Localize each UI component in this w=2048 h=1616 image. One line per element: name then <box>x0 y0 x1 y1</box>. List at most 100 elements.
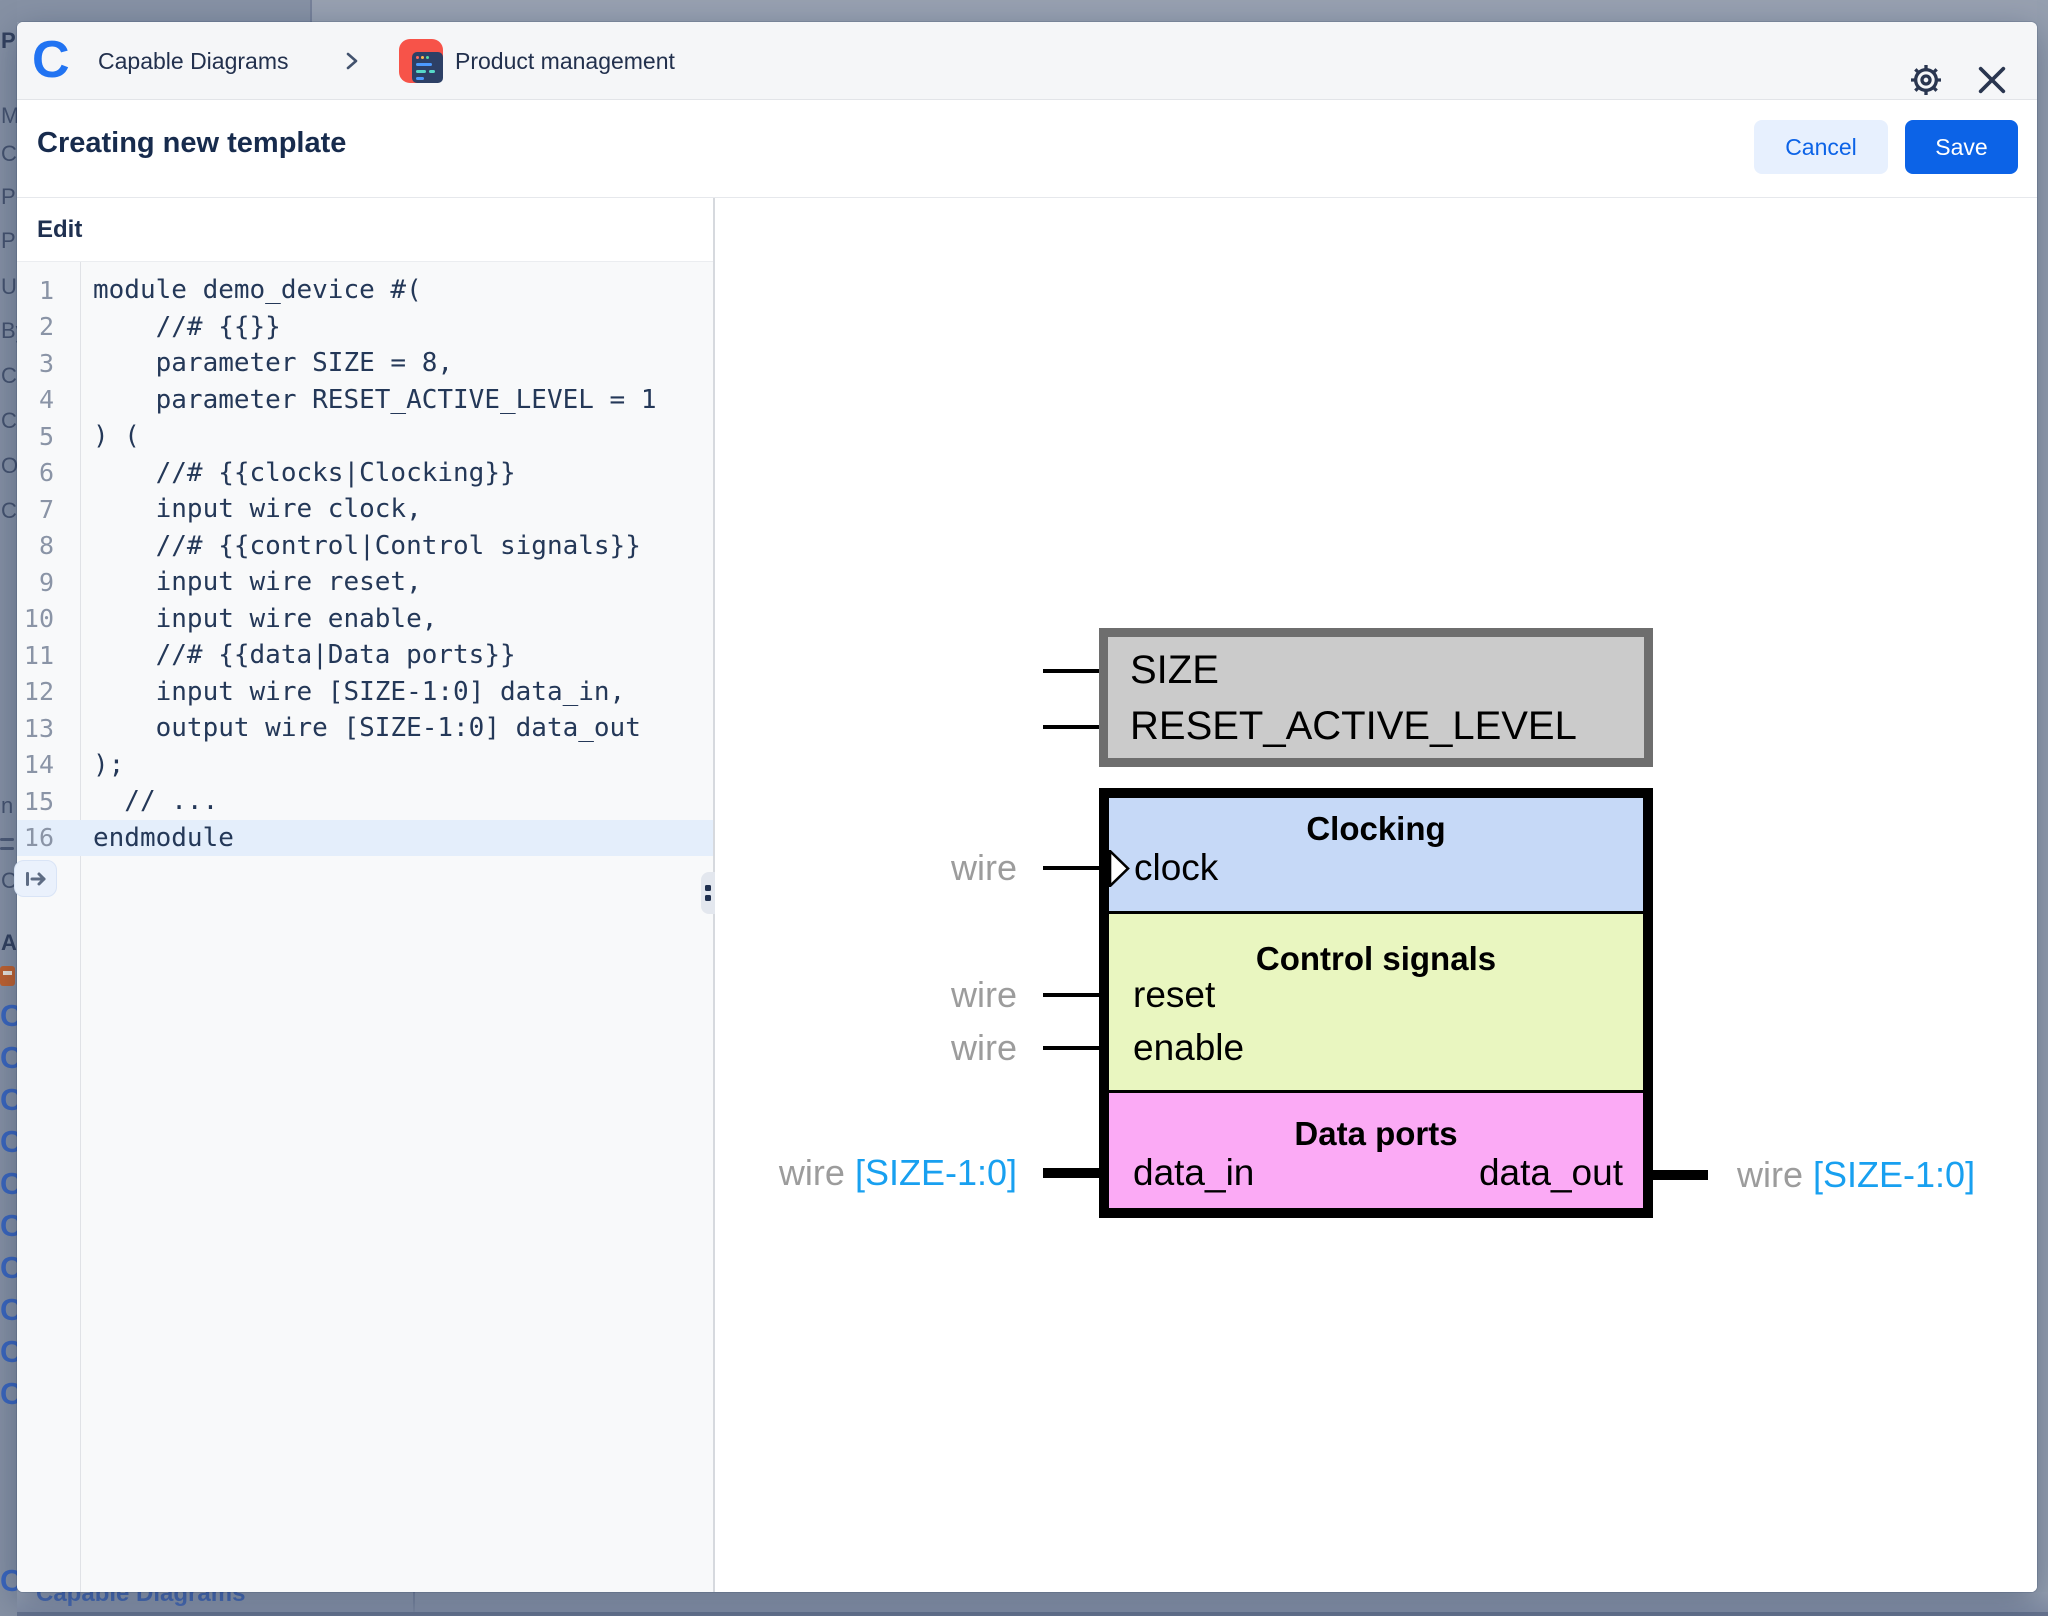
line-number: 3 <box>17 349 80 378</box>
code-text: parameter SIZE = 8, <box>80 348 453 378</box>
line-number: 12 <box>17 677 80 706</box>
code-line[interactable]: 1module demo_device #( <box>17 272 713 309</box>
param-stub <box>1043 669 1099 673</box>
line-number: 16 <box>17 823 80 852</box>
port-reset: reset <box>1133 974 1215 1016</box>
wire-stub-reset <box>1043 993 1099 997</box>
expand-arrow-icon <box>24 870 48 888</box>
close-icon <box>1975 63 2009 97</box>
app-logo: C <box>32 30 70 90</box>
line-number: 14 <box>17 750 80 779</box>
bus-type-label: wire [SIZE-1:0] <box>715 1152 1017 1194</box>
wire-type-label: wire <box>715 1027 1017 1069</box>
background-orange-icon <box>0 966 15 986</box>
save-button[interactable]: Save <box>1905 120 2018 174</box>
code-line[interactable]: 3 parameter SIZE = 8, <box>17 345 713 382</box>
port-clock: clock <box>1134 847 1218 889</box>
settings-button[interactable] <box>1903 57 1949 103</box>
line-number: 13 <box>17 714 80 743</box>
line-number: 8 <box>17 531 80 560</box>
code-text: input wire [SIZE-1:0] data_in, <box>80 677 625 707</box>
line-number: 1 <box>17 276 80 305</box>
code-text: ) ( <box>80 421 140 451</box>
code-line[interactable]: 9 input wire reset, <box>17 564 713 601</box>
code-text: input wire clock, <box>80 494 422 524</box>
section-clocking: Clocking clock <box>1109 798 1643 911</box>
code-text: output wire [SIZE-1:0] data_out <box>80 713 641 743</box>
param-stub <box>1043 725 1099 729</box>
background-text-fragment: Ca <box>1 363 17 389</box>
background-item-initial: C <box>0 1250 17 1286</box>
code-text: endmodule <box>80 823 234 853</box>
code-line[interactable]: 14); <box>17 747 713 784</box>
dialog-title: Creating new template <box>37 127 346 160</box>
background-text-fragment: Ca <box>1 408 17 434</box>
sidebar-expand-button[interactable] <box>14 860 57 897</box>
code-line[interactable]: 10 input wire enable, <box>17 601 713 638</box>
gear-icon <box>1906 60 1946 100</box>
space-icon <box>399 39 443 83</box>
code-line[interactable]: 11 //# {{data|Data ports}} <box>17 637 713 674</box>
code-line[interactable]: 12 input wire [SIZE-1:0] data_in, <box>17 674 713 711</box>
code-line[interactable]: 4 parameter RESET_ACTIVE_LEVEL = 1 <box>17 382 713 419</box>
background-text-fragment: Cl <box>1 498 17 524</box>
bus-stub-data-out <box>1653 1170 1708 1180</box>
background-item-initial: C <box>0 1334 17 1370</box>
section-data: Data ports data_in data_out <box>1109 1093 1643 1208</box>
code-text: //# {{data|Data ports}} <box>80 640 516 670</box>
bus-range: [SIZE-1:0] <box>855 1152 1017 1193</box>
section-title: Control signals <box>1109 940 1643 978</box>
background-text-fragment: By <box>1 318 17 344</box>
background-item-initial: C <box>0 1376 17 1412</box>
section-title: Data ports <box>1109 1115 1643 1153</box>
code-text: //# {{clocks|Clocking}} <box>80 458 516 488</box>
background-page-top <box>0 0 2048 22</box>
bus-range: [SIZE-1:0] <box>1813 1154 1975 1195</box>
bus-stub-data-in <box>1043 1168 1099 1178</box>
background-page-bottom <box>0 1592 2048 1616</box>
code-text: ); <box>80 750 124 780</box>
screen: Capable Diagrams Pr M Cl Pr Pr Ul By Ca … <box>0 0 2048 1616</box>
line-number: 5 <box>17 422 80 451</box>
code-line[interactable]: 6 //# {{clocks|Clocking}} <box>17 455 713 492</box>
code-line[interactable]: 2 //# {{}} <box>17 309 713 346</box>
wire-type-label: wire <box>715 847 1017 889</box>
background-text-fragment: M <box>1 103 17 129</box>
code-line[interactable]: 8 //# {{control|Control signals}} <box>17 528 713 565</box>
line-number: 6 <box>17 458 80 487</box>
breadcrumb-app[interactable]: Capable Diagrams <box>98 22 288 100</box>
line-number: 4 <box>17 385 80 414</box>
clock-input-icon <box>1109 850 1130 887</box>
background-item-initial: C <box>0 1166 17 1202</box>
background-text-fragment: n <box>1 793 13 819</box>
background-text-fragment: Pr <box>1 184 17 210</box>
background-text-fragment: Pr <box>1 228 17 254</box>
background-item-initial: C <box>0 1124 17 1160</box>
breadcrumb-page[interactable]: Product management <box>455 22 675 100</box>
edit-pane-header: Edit <box>17 198 713 262</box>
code-line[interactable]: 7 input wire clock, <box>17 491 713 528</box>
code-line[interactable]: 15 // ... <box>17 783 713 820</box>
background-item-initial: C <box>0 1040 17 1076</box>
code-text: //# {{}} <box>80 312 281 342</box>
code-line[interactable]: 13 output wire [SIZE-1:0] data_out <box>17 710 713 747</box>
code-text: // ... <box>80 786 218 816</box>
close-button[interactable] <box>1969 57 2015 103</box>
cancel-button[interactable]: Cancel <box>1754 120 1888 174</box>
code-lines: 1module demo_device #(2 //# {{}}3 parame… <box>17 272 713 856</box>
diagram-preview: SIZE RESET_ACTIVE_LEVEL Clocking clock C… <box>715 262 2037 1592</box>
breadcrumb-chevron-icon <box>345 51 359 71</box>
dialog-title-row: Creating new template Cancel Save <box>17 101 2037 198</box>
background-page-right <box>2037 0 2048 1616</box>
background-sidebar-strip: Pr M Cl Pr Pr Ul By Ca Ca Or Cl n Cr AF … <box>0 0 17 1616</box>
code-line[interactable]: 16endmodule <box>17 820 713 857</box>
background-text-fragment: Or <box>1 453 17 479</box>
section-title: Clocking <box>1109 810 1643 848</box>
code-editor[interactable]: 1module demo_device #(2 //# {{}}3 parame… <box>17 262 713 1592</box>
background-text-fragment: Pr <box>1 28 17 54</box>
section-control: Control signals reset enable <box>1109 914 1643 1090</box>
background-brand-initial: C <box>0 1563 17 1599</box>
wire-stub-enable <box>1043 1046 1099 1050</box>
background-text-fragment: Ul <box>1 274 17 300</box>
code-line[interactable]: 5) ( <box>17 418 713 455</box>
